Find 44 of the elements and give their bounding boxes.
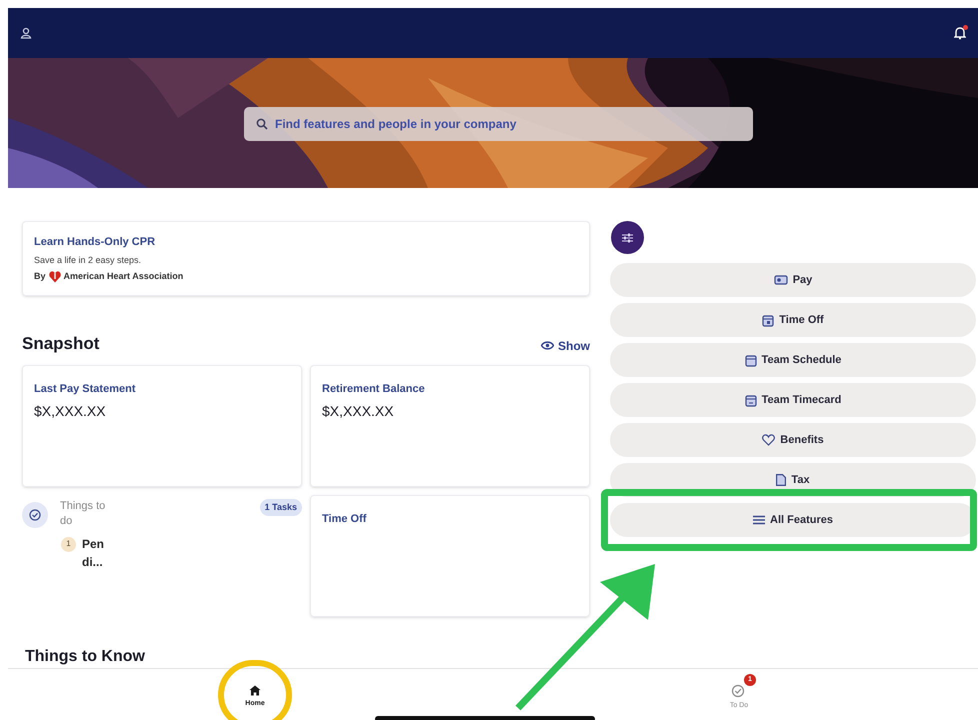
calendar-icon [744, 394, 757, 406]
calendar-icon [762, 314, 774, 326]
heart-icon [762, 434, 776, 446]
checkmark-icon [731, 682, 747, 698]
feature-button[interactable]: Team Timecard [610, 383, 976, 417]
checkmark-icon [22, 502, 48, 528]
todo-item[interactable]: Pen di... [82, 534, 112, 570]
filter-button[interactable] [611, 221, 644, 254]
feature-button[interactable]: Time Off [610, 303, 976, 337]
heart-logo-icon [48, 270, 61, 284]
show-toggle[interactable]: Show [541, 336, 590, 356]
notification-bell-icon[interactable] [954, 26, 966, 40]
section-heading: Things to Know [25, 648, 145, 666]
search-icon [256, 118, 268, 130]
card-value: $X,XXX.XX [34, 402, 107, 421]
document-icon [776, 474, 786, 486]
card-value: $X,XXX.XX [322, 402, 395, 421]
home-icon [249, 684, 261, 696]
snapshot-card[interactable]: Retirement Balance $X,XXX.XX [310, 364, 590, 486]
feature-button[interactable]: Team Schedule [610, 343, 976, 377]
card-title: Retirement Balance [322, 382, 426, 396]
banknote-icon [774, 274, 788, 286]
search-bar[interactable]: Find features and people in your company [244, 107, 753, 141]
card-title: Last Pay Statement [34, 382, 136, 396]
profile-icon[interactable] [20, 27, 32, 39]
sliders-icon [622, 232, 633, 242]
calendar-icon [744, 354, 757, 366]
eye-icon [541, 341, 554, 350]
promo-card[interactable]: Learn Hands-Only CPR Save a life in 2 easy steps. By American Heart Association [22, 221, 590, 296]
todo-title: Things to do [60, 498, 106, 528]
task-count-badge: 1 Tasks [260, 498, 302, 516]
promo-subtitle: Save a life in 2 easy steps. [34, 254, 142, 267]
feature-button[interactable]: Pay [610, 263, 976, 297]
item-number-badge: 1 [61, 536, 76, 552]
snapshot-card[interactable]: Last Pay Statement $X,XXX.XX [22, 364, 302, 486]
source-name: American Heart Association [64, 270, 184, 283]
byline-label: By [34, 270, 46, 283]
feature-button[interactable]: Benefits [610, 423, 976, 457]
section-heading: Snapshot [22, 333, 100, 355]
card-title: Time Off [322, 512, 368, 526]
search-field[interactable]: Find features and people in your company [275, 115, 741, 133]
menu-icon [753, 515, 766, 525]
snapshot-card[interactable]: Time Off [310, 494, 590, 616]
promo-title[interactable]: Learn Hands-Only CPR [34, 234, 578, 250]
